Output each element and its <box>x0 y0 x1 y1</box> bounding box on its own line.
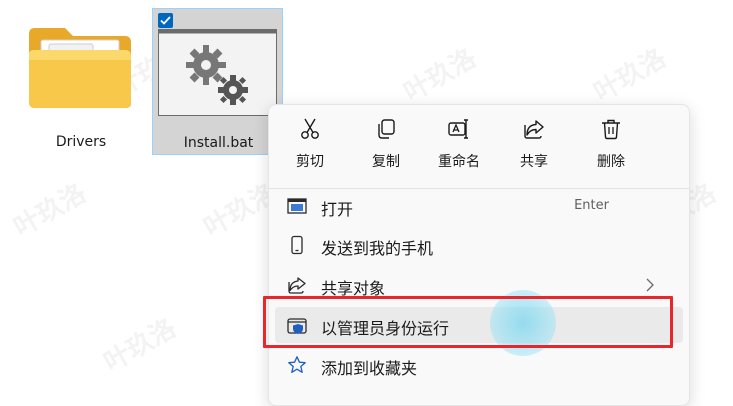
share-with-icon <box>288 277 306 294</box>
delete-label: 删除 <box>597 154 625 170</box>
chevron-right-icon <box>646 278 654 292</box>
cut-button[interactable]: 剪切 <box>275 115 345 175</box>
menu-item-label: 发送到我的手机 <box>321 239 434 258</box>
menu-item-label: 添加到收藏夹 <box>321 359 418 378</box>
gears-icon <box>158 29 277 116</box>
star-icon <box>288 356 306 373</box>
watermark: 叶玖洛 <box>398 43 482 109</box>
annotation-highlight-box <box>263 296 673 348</box>
file-name-label: Drivers <box>55 134 107 150</box>
shortcut-hint: Enter <box>574 198 609 213</box>
context-menu: 剪切 复制 重命名 共享 删除 打开 Enter 发送到我的手机 共享对象 以管… <box>268 104 690 406</box>
copy-icon <box>378 119 395 139</box>
file-name-label: Install.bat <box>183 135 254 151</box>
share-button[interactable]: 共享 <box>499 115 569 175</box>
cut-icon <box>301 118 319 139</box>
share-label: 共享 <box>520 154 548 170</box>
copy-label: 复制 <box>372 154 400 170</box>
cut-label: 剪切 <box>296 154 324 170</box>
drivers-folder[interactable]: Drivers <box>22 14 140 154</box>
open-icon <box>287 198 307 214</box>
rename-icon <box>448 119 468 139</box>
menu-item-label: 打开 <box>321 200 354 219</box>
menu-item-add-to-favorites[interactable]: 添加到收藏夹 <box>275 347 683 383</box>
menu-item-send-to-phone[interactable]: 发送到我的手机 <box>275 227 683 263</box>
rename-label: 重命名 <box>438 154 480 170</box>
phone-icon <box>291 235 303 255</box>
watermark: 叶玖洛 <box>588 43 672 109</box>
delete-icon <box>602 119 620 140</box>
watermark: 叶玖洛 <box>98 313 182 379</box>
watermark: 叶玖洛 <box>8 178 92 244</box>
delete-button[interactable]: 删除 <box>576 115 646 175</box>
checkbox-checked-icon[interactable] <box>158 13 173 28</box>
menu-item-open[interactable]: 打开 Enter <box>275 188 683 224</box>
share-icon <box>524 120 544 139</box>
copy-button[interactable]: 复制 <box>351 115 421 175</box>
folder-icon <box>29 28 131 108</box>
install-bat-file[interactable]: Install.bat <box>152 8 283 155</box>
rename-button[interactable]: 重命名 <box>424 115 494 175</box>
quick-actions-bar: 剪切 复制 重命名 共享 删除 <box>269 105 689 181</box>
